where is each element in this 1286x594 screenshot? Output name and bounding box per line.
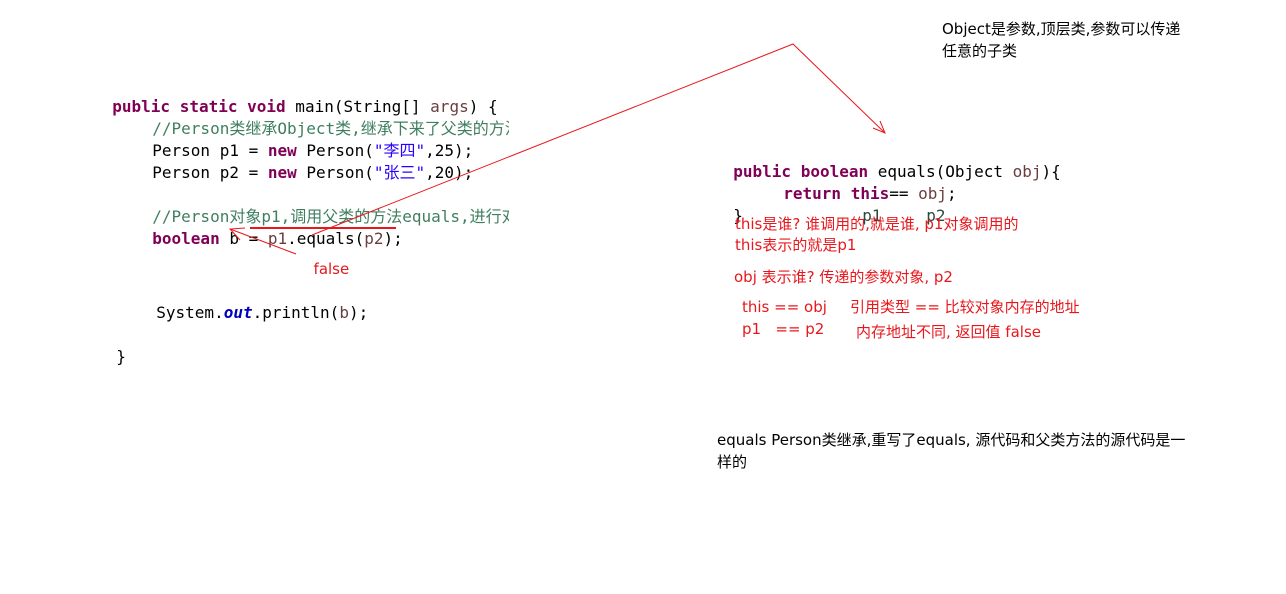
annotation-overlay (228, 43, 886, 255)
call-to-definition-arrow (311, 43, 886, 236)
false-to-b-arrow (229, 228, 297, 255)
